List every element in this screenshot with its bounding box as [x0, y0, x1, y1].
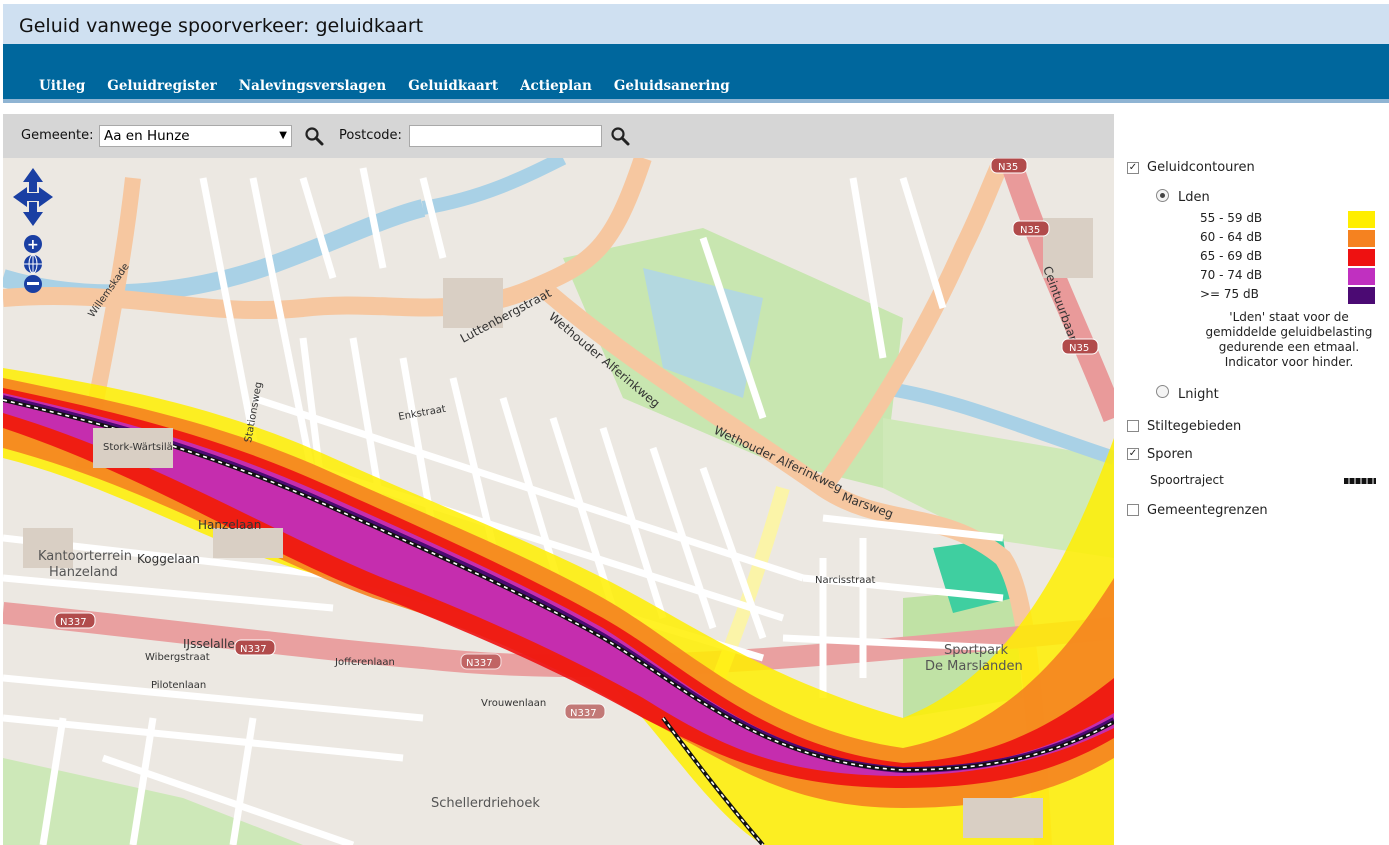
lden-explanation: 'Lden' staat voor de gemiddelde geluidbe… [1205, 310, 1373, 369]
search-bar: Gemeente: Aa en Hunze ▼ Postcode: [3, 114, 1114, 158]
map-label-koggelaan: Koggelaan [137, 552, 200, 566]
map-label-narcisstraat: Narcisstraat [815, 575, 875, 586]
nav-geluidregister[interactable]: Geluidregister [107, 78, 216, 94]
map-label-schellerdriehoek: Schellerdriehoek [431, 796, 540, 811]
map-label-hanzeland: Hanzeland [49, 565, 118, 580]
svg-text:N35: N35 [1020, 225, 1040, 236]
postcode-search-icon[interactable] [610, 126, 632, 148]
stiltegebieden-label: Stiltegebieden [1147, 419, 1242, 434]
nav-nalevingsverslagen[interactable]: Nalevingsverslagen [239, 78, 387, 94]
band-label-70: 70 - 74 dB [1200, 268, 1263, 282]
band-label-60: 60 - 64 dB [1200, 230, 1263, 244]
road-shield-n337-2: N337 [234, 639, 276, 656]
chevron-down-icon: ▼ [279, 130, 287, 141]
stiltegebieden-checkbox[interactable] [1127, 420, 1139, 432]
road-shield-n35-2: N35 [1012, 220, 1050, 237]
road-shield-n35-1: N35 [990, 158, 1028, 174]
svg-text:N337: N337 [570, 708, 597, 719]
nav-geluidkaart[interactable]: Geluidkaart [408, 78, 498, 94]
postcode-input[interactable] [409, 125, 602, 147]
svg-text:N337: N337 [466, 658, 493, 669]
band-swatch-55 [1348, 211, 1375, 228]
map-label-pilotenlaan: Pilotenlaan [151, 680, 206, 691]
globe-icon[interactable] [24, 254, 42, 274]
postcode-label: Postcode: [339, 128, 402, 143]
lnight-label: Lnight [1178, 387, 1219, 402]
svg-text:N337: N337 [60, 617, 87, 628]
map-label-marslanden: De Marslanden [925, 659, 1023, 674]
band-swatch-60 [1348, 230, 1375, 247]
map-viewport[interactable]: Luttenbergstraat Wethouder Alferinkweg W… [3, 158, 1114, 845]
lnight-radio[interactable] [1156, 385, 1169, 398]
gemeentegrenzen-label: Gemeentegrenzen [1147, 503, 1268, 518]
sporen-checkbox[interactable]: ✓ [1127, 448, 1139, 460]
geluidcontouren-label: Geluidcontouren [1147, 160, 1255, 175]
map-label-ijsselallee: IJsselallee [183, 637, 242, 651]
map-label-stork: Stork-Wärtsilä [103, 442, 173, 453]
title-bar: Geluid vanwege spoorverkeer: geluidkaart [3, 4, 1389, 44]
band-label-65: 65 - 69 dB [1200, 249, 1263, 263]
band-swatch-70 [1348, 268, 1375, 285]
zoom-in-icon[interactable]: + [24, 235, 42, 253]
sporen-label: Sporen [1147, 447, 1193, 462]
svg-text:N35: N35 [998, 162, 1018, 173]
map-canvas: Luttenbergstraat Wethouder Alferinkweg W… [3, 158, 1114, 845]
map-navigation-control: + [13, 168, 53, 293]
legend-panel: ✓ Geluidcontouren Lden 55 - 59 dB 60 - 6… [1114, 114, 1389, 845]
band-swatch-65 [1348, 249, 1375, 266]
gemeente-label: Gemeente: [21, 128, 94, 143]
lden-label: Lden [1178, 190, 1210, 205]
svg-text:+: + [27, 237, 39, 253]
road-shield-n337-3: N337 [460, 653, 502, 670]
svg-text:N337: N337 [240, 644, 267, 655]
nav-uitleg[interactable]: Uitleg [39, 78, 85, 94]
main-navigation: Uitleg Geluidregister Nalevingsverslagen… [3, 44, 1389, 103]
pan-arrows-icon[interactable] [13, 168, 53, 226]
lden-radio[interactable] [1156, 189, 1169, 202]
map-label-sportpark: Sportpark [944, 643, 1008, 658]
gemeente-selected-value: Aa en Hunze [104, 128, 190, 144]
road-shield-n337-4: N337 [564, 703, 606, 720]
search-icon[interactable] [304, 126, 326, 148]
map-label-jofferenlaan: Jofferenlaan [334, 657, 395, 668]
map-label-hanzelaan: Hanzelaan [198, 518, 261, 532]
geluidcontouren-checkbox[interactable]: ✓ [1127, 162, 1139, 174]
band-swatch-75 [1348, 287, 1375, 304]
spoortraject-swatch [1344, 478, 1376, 484]
page-title: Geluid vanwege spoorverkeer: geluidkaart [19, 15, 424, 37]
road-shield-n35-3: N35 [1061, 338, 1099, 355]
road-shield-n337-1: N337 [54, 612, 96, 629]
band-label-75: >= 75 dB [1200, 287, 1259, 301]
nav-actieplan[interactable]: Actieplan [520, 78, 592, 94]
map-label-vrouwenlaan: Vrouwenlaan [481, 698, 546, 709]
map-label-kantoorterrein: Kantoorterrein [38, 549, 132, 564]
nav-geluidsanering[interactable]: Geluidsanering [614, 78, 730, 94]
gemeentegrenzen-checkbox[interactable] [1127, 504, 1139, 516]
band-label-55: 55 - 59 dB [1200, 211, 1263, 225]
svg-text:N35: N35 [1069, 343, 1089, 354]
map-label-wibergstraat: Wibergstraat [145, 652, 210, 663]
gemeente-select[interactable]: Aa en Hunze ▼ [99, 125, 292, 147]
zoom-out-icon[interactable] [24, 275, 42, 293]
spoortraject-label: Spoortraject [1150, 473, 1224, 487]
